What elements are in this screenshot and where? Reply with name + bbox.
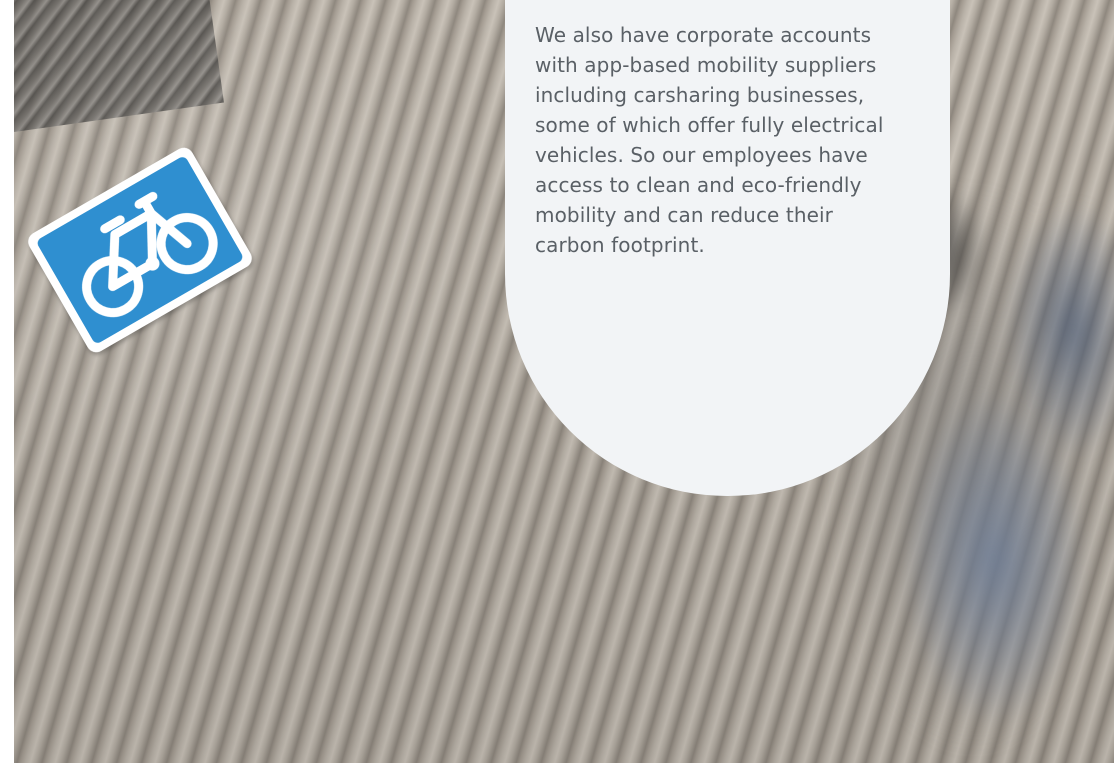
body-text-line: vehicles. So our employees have <box>535 143 868 167</box>
body-text-line: carbon footprint. <box>535 233 705 257</box>
body-text-line: including carsharing businesses, <box>535 83 865 107</box>
body-text-line: with app-based mobility suppliers <box>535 53 877 77</box>
body-text-line: some of which offer fully electrical <box>535 113 884 137</box>
body-text: We also have corporate accounts with app… <box>535 20 925 260</box>
body-text-line: We also have corporate accounts <box>535 23 872 47</box>
page: We also have corporate accounts with app… <box>0 0 1114 763</box>
body-text-line: mobility and can reduce their <box>535 203 834 227</box>
body-text-line: access to clean and eco-friendly <box>535 173 862 197</box>
